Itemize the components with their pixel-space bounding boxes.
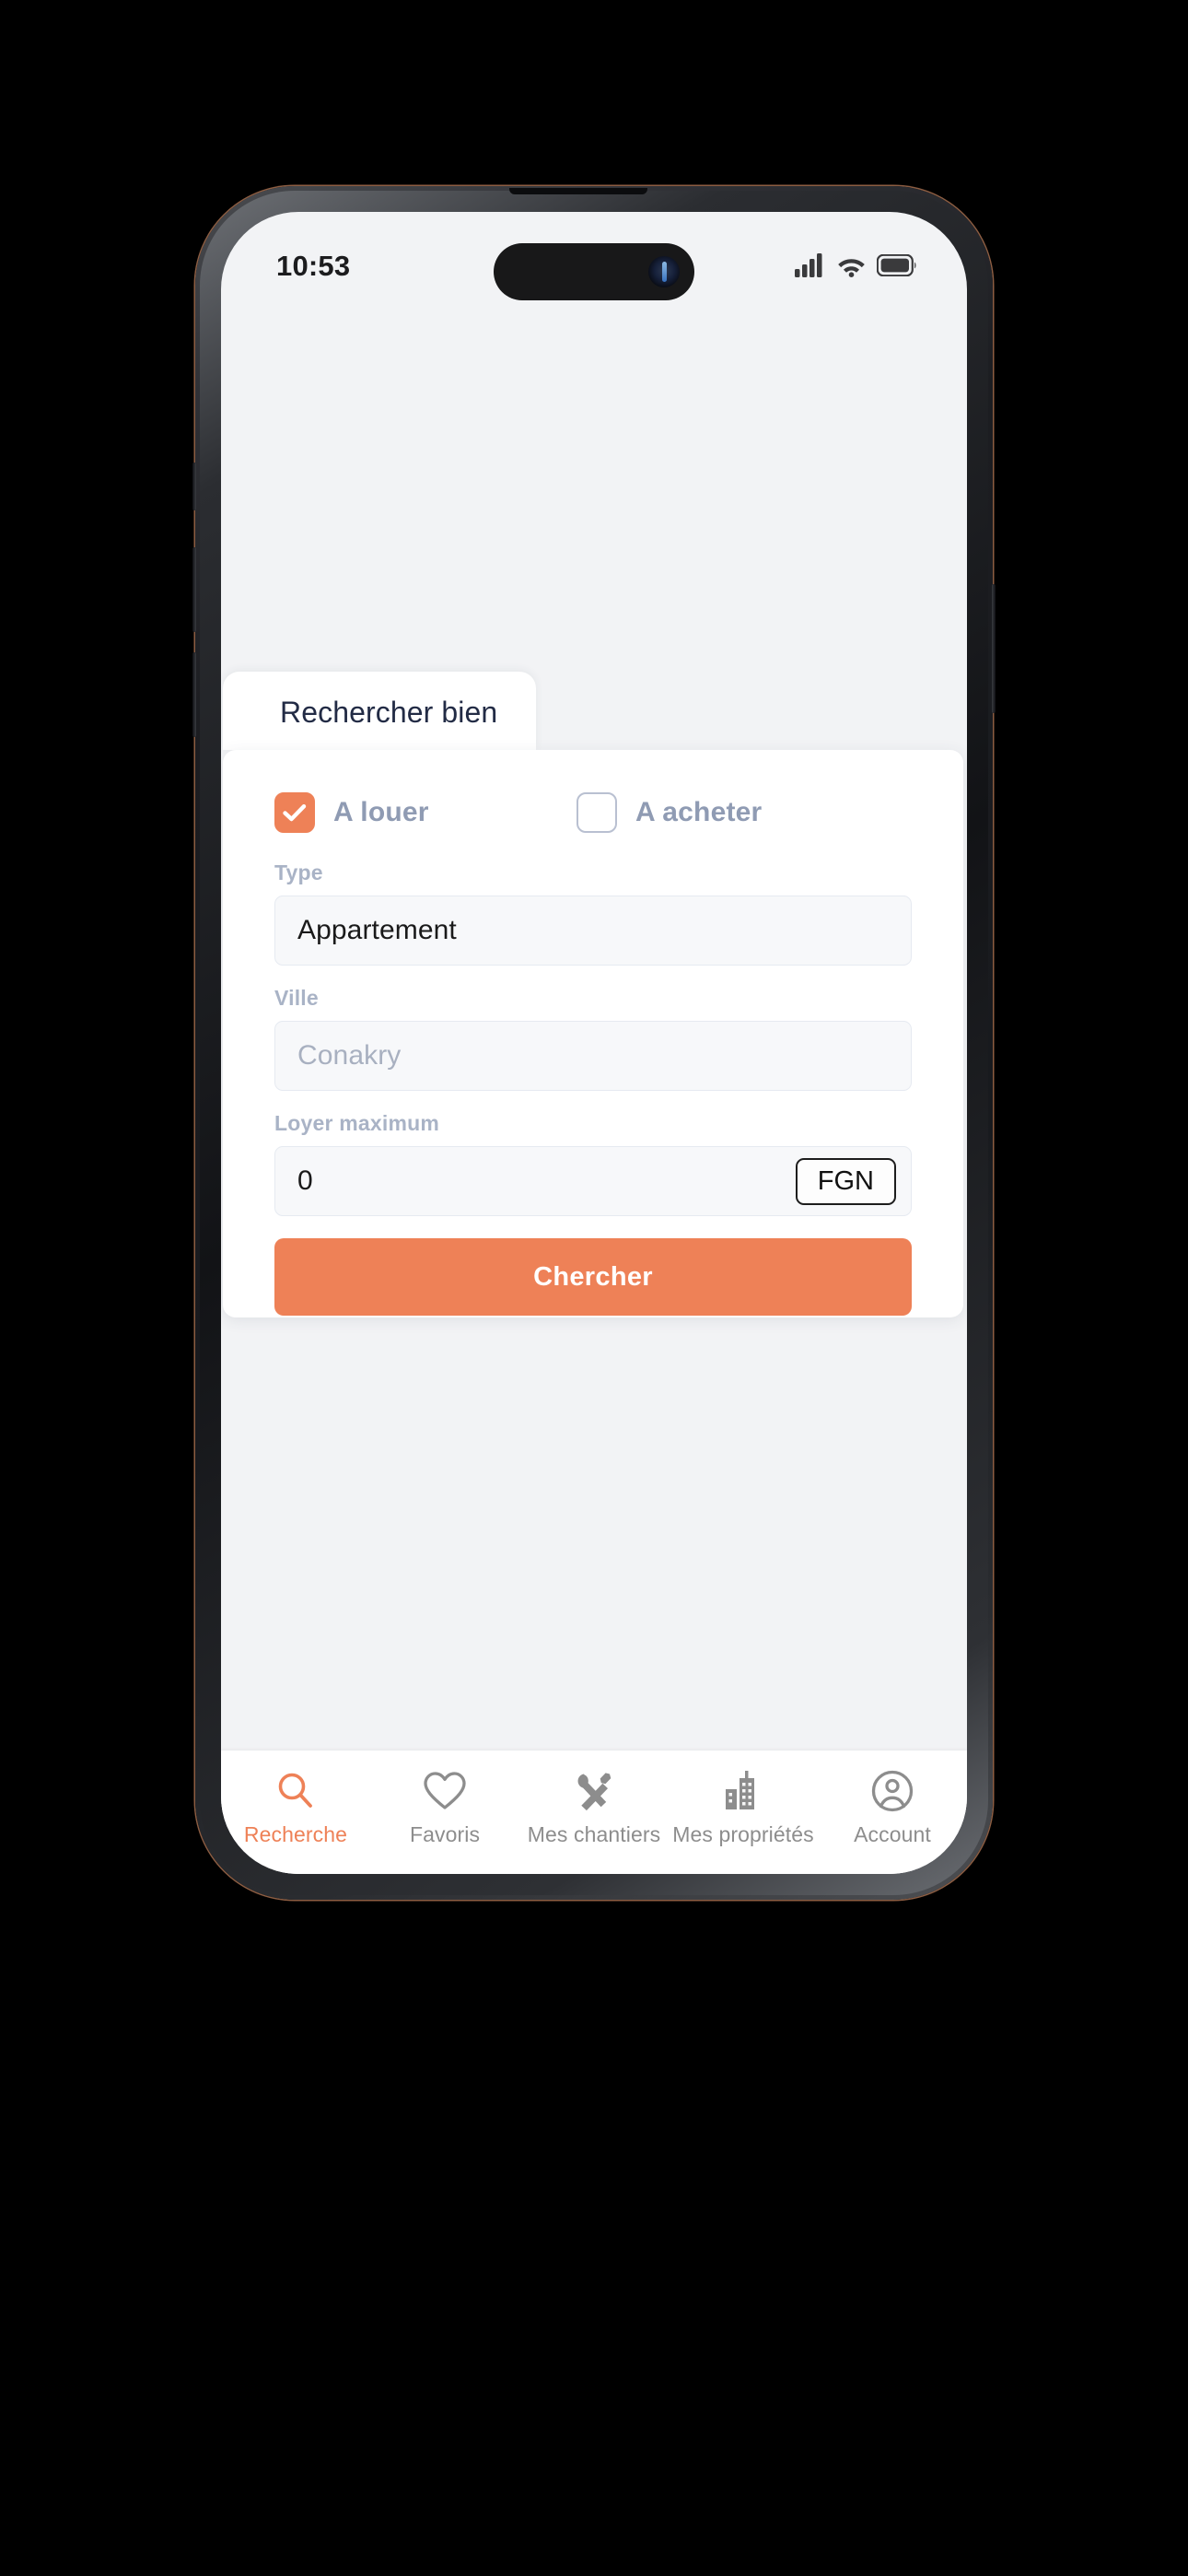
silent-switch[interactable] bbox=[192, 463, 196, 510]
tab-rechercher-bien[interactable]: Rechercher bien bbox=[223, 672, 537, 750]
nav-item-mes-chantiers[interactable]: Mes chantiers bbox=[519, 1767, 669, 1847]
ville-field[interactable]: Conakry bbox=[274, 1021, 912, 1091]
tab-label: Rechercher bien bbox=[280, 696, 498, 729]
checkbox-a-louer-label: A louer bbox=[333, 797, 429, 827]
type-field-value: Appartement bbox=[297, 915, 457, 945]
tools-icon bbox=[572, 1767, 616, 1815]
app-content: Rechercher bien A louer A acheter Type A… bbox=[221, 300, 967, 1874]
cellular-signal-icon bbox=[795, 252, 826, 282]
ville-field-placeholder: Conakry bbox=[297, 1040, 402, 1071]
volume-up-button[interactable] bbox=[192, 547, 196, 632]
wifi-icon bbox=[836, 253, 867, 282]
loyer-maximum-value: 0 bbox=[297, 1165, 313, 1196]
status-time: 10:53 bbox=[276, 250, 351, 282]
nav-label-recherche: Recherche bbox=[243, 1822, 348, 1846]
nav-item-favoris[interactable]: Favoris bbox=[370, 1767, 519, 1847]
tab-strip: Rechercher bien bbox=[221, 662, 967, 750]
nav-label-mes-proprietes: Mes propriétés bbox=[672, 1822, 814, 1846]
type-field[interactable]: Appartement bbox=[274, 896, 912, 966]
power-button[interactable] bbox=[992, 584, 996, 713]
nav-item-recherche[interactable]: Recherche bbox=[221, 1767, 370, 1847]
chercher-button[interactable]: Chercher bbox=[274, 1238, 912, 1316]
phone-screen: 10:53 Rechercher bien A louer A acheter … bbox=[221, 212, 967, 1874]
nav-item-mes-proprietes[interactable]: Mes propriétés bbox=[669, 1767, 818, 1847]
loyer-maximum-field[interactable]: 0 FGN bbox=[274, 1146, 912, 1216]
nav-item-account[interactable]: Account bbox=[818, 1767, 967, 1847]
checkbox-a-louer[interactable]: A louer bbox=[274, 792, 577, 833]
ville-field-label: Ville bbox=[274, 986, 319, 1010]
type-field-label: Type bbox=[274, 861, 323, 884]
search-form-card: A louer A acheter Type Appartement Ville… bbox=[223, 750, 963, 1317]
listing-type-checkbox-row: A louer A acheter bbox=[274, 792, 912, 833]
heart-icon bbox=[423, 1767, 467, 1815]
buildings-icon bbox=[722, 1767, 764, 1815]
screenshot-stage: 10:53 Rechercher bien A louer A acheter … bbox=[0, 0, 1188, 2576]
currency-button[interactable]: FGN bbox=[795, 1157, 896, 1205]
checkbox-a-acheter[interactable]: A acheter bbox=[577, 792, 762, 833]
battery-icon bbox=[876, 253, 917, 281]
phone-frame: 10:53 Rechercher bien A louer A acheter … bbox=[192, 186, 996, 1900]
front-camera-icon bbox=[648, 256, 680, 287]
nav-label-favoris: Favoris bbox=[409, 1822, 481, 1846]
chercher-button-label: Chercher bbox=[533, 1261, 653, 1292]
checkbox-a-acheter-label: A acheter bbox=[635, 797, 763, 827]
bottom-navigation: Recherche Favoris Mes chantiers Mes prop… bbox=[221, 1751, 967, 1874]
nav-label-mes-chantiers: Mes chantiers bbox=[527, 1822, 661, 1846]
loyer-maximum-label: Loyer maximum bbox=[274, 1111, 439, 1135]
status-icons bbox=[795, 248, 917, 282]
nav-label-account: Account bbox=[854, 1822, 931, 1846]
account-icon bbox=[870, 1767, 914, 1815]
dynamic-island bbox=[494, 243, 694, 300]
volume-down-button[interactable] bbox=[192, 652, 196, 737]
search-icon bbox=[274, 1767, 317, 1815]
checkbox-checked-icon[interactable] bbox=[274, 792, 315, 833]
checkbox-unchecked-icon[interactable] bbox=[577, 792, 617, 833]
